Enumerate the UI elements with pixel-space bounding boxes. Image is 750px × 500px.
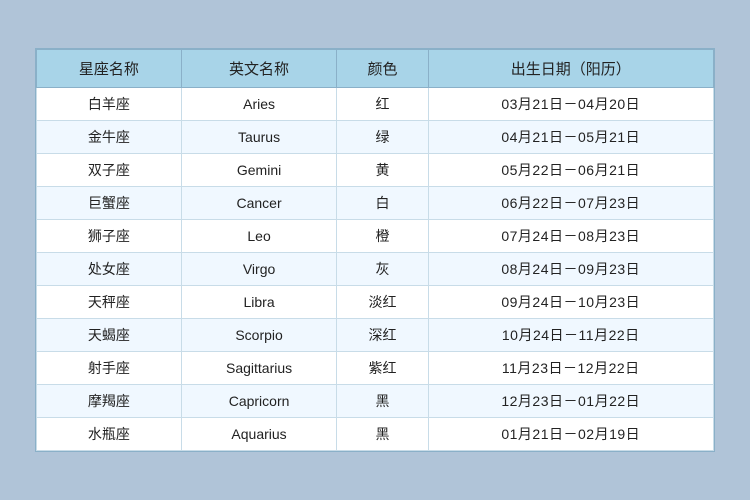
table-row: 天秤座Libra淡红09月24日－10月23日 (37, 286, 714, 319)
dates-cell: 04月21日－05月21日 (428, 121, 713, 154)
english-name-cell: Capricorn (181, 385, 337, 418)
chinese-name-cell: 摩羯座 (37, 385, 182, 418)
color-cell: 黑 (337, 418, 428, 451)
english-name-cell: Cancer (181, 187, 337, 220)
chinese-name-cell: 双子座 (37, 154, 182, 187)
table-row: 双子座Gemini黄05月22日－06月21日 (37, 154, 714, 187)
dates-cell: 12月23日－01月22日 (428, 385, 713, 418)
english-name-cell: Leo (181, 220, 337, 253)
header-dates: 出生日期（阳历） (428, 50, 713, 88)
dates-cell: 08月24日－09月23日 (428, 253, 713, 286)
color-cell: 黑 (337, 385, 428, 418)
header-chinese-name: 星座名称 (37, 50, 182, 88)
color-cell: 灰 (337, 253, 428, 286)
table-row: 天蝎座Scorpio深红10月24日－11月22日 (37, 319, 714, 352)
zodiac-table: 星座名称 英文名称 颜色 出生日期（阳历） 白羊座Aries红03月21日－04… (36, 49, 714, 451)
table-header-row: 星座名称 英文名称 颜色 出生日期（阳历） (37, 50, 714, 88)
table-body: 白羊座Aries红03月21日－04月20日金牛座Taurus绿04月21日－0… (37, 88, 714, 451)
english-name-cell: Aries (181, 88, 337, 121)
chinese-name-cell: 水瓶座 (37, 418, 182, 451)
table-row: 水瓶座Aquarius黑01月21日－02月19日 (37, 418, 714, 451)
color-cell: 淡红 (337, 286, 428, 319)
english-name-cell: Taurus (181, 121, 337, 154)
dates-cell: 03月21日－04月20日 (428, 88, 713, 121)
header-english-name: 英文名称 (181, 50, 337, 88)
zodiac-table-container: 星座名称 英文名称 颜色 出生日期（阳历） 白羊座Aries红03月21日－04… (35, 48, 715, 452)
table-row: 处女座Virgo灰08月24日－09月23日 (37, 253, 714, 286)
color-cell: 绿 (337, 121, 428, 154)
chinese-name-cell: 白羊座 (37, 88, 182, 121)
table-row: 狮子座Leo橙07月24日－08月23日 (37, 220, 714, 253)
table-row: 金牛座Taurus绿04月21日－05月21日 (37, 121, 714, 154)
table-row: 摩羯座Capricorn黑12月23日－01月22日 (37, 385, 714, 418)
chinese-name-cell: 狮子座 (37, 220, 182, 253)
table-row: 白羊座Aries红03月21日－04月20日 (37, 88, 714, 121)
english-name-cell: Gemini (181, 154, 337, 187)
chinese-name-cell: 处女座 (37, 253, 182, 286)
table-row: 巨蟹座Cancer白06月22日－07月23日 (37, 187, 714, 220)
chinese-name-cell: 金牛座 (37, 121, 182, 154)
dates-cell: 07月24日－08月23日 (428, 220, 713, 253)
dates-cell: 09月24日－10月23日 (428, 286, 713, 319)
dates-cell: 05月22日－06月21日 (428, 154, 713, 187)
english-name-cell: Libra (181, 286, 337, 319)
color-cell: 橙 (337, 220, 428, 253)
english-name-cell: Aquarius (181, 418, 337, 451)
chinese-name-cell: 天秤座 (37, 286, 182, 319)
color-cell: 深红 (337, 319, 428, 352)
chinese-name-cell: 巨蟹座 (37, 187, 182, 220)
english-name-cell: Virgo (181, 253, 337, 286)
english-name-cell: Sagittarius (181, 352, 337, 385)
dates-cell: 11月23日－12月22日 (428, 352, 713, 385)
dates-cell: 01月21日－02月19日 (428, 418, 713, 451)
english-name-cell: Scorpio (181, 319, 337, 352)
color-cell: 黄 (337, 154, 428, 187)
color-cell: 红 (337, 88, 428, 121)
header-color: 颜色 (337, 50, 428, 88)
dates-cell: 10月24日－11月22日 (428, 319, 713, 352)
color-cell: 紫红 (337, 352, 428, 385)
dates-cell: 06月22日－07月23日 (428, 187, 713, 220)
color-cell: 白 (337, 187, 428, 220)
chinese-name-cell: 射手座 (37, 352, 182, 385)
table-row: 射手座Sagittarius紫红11月23日－12月22日 (37, 352, 714, 385)
chinese-name-cell: 天蝎座 (37, 319, 182, 352)
